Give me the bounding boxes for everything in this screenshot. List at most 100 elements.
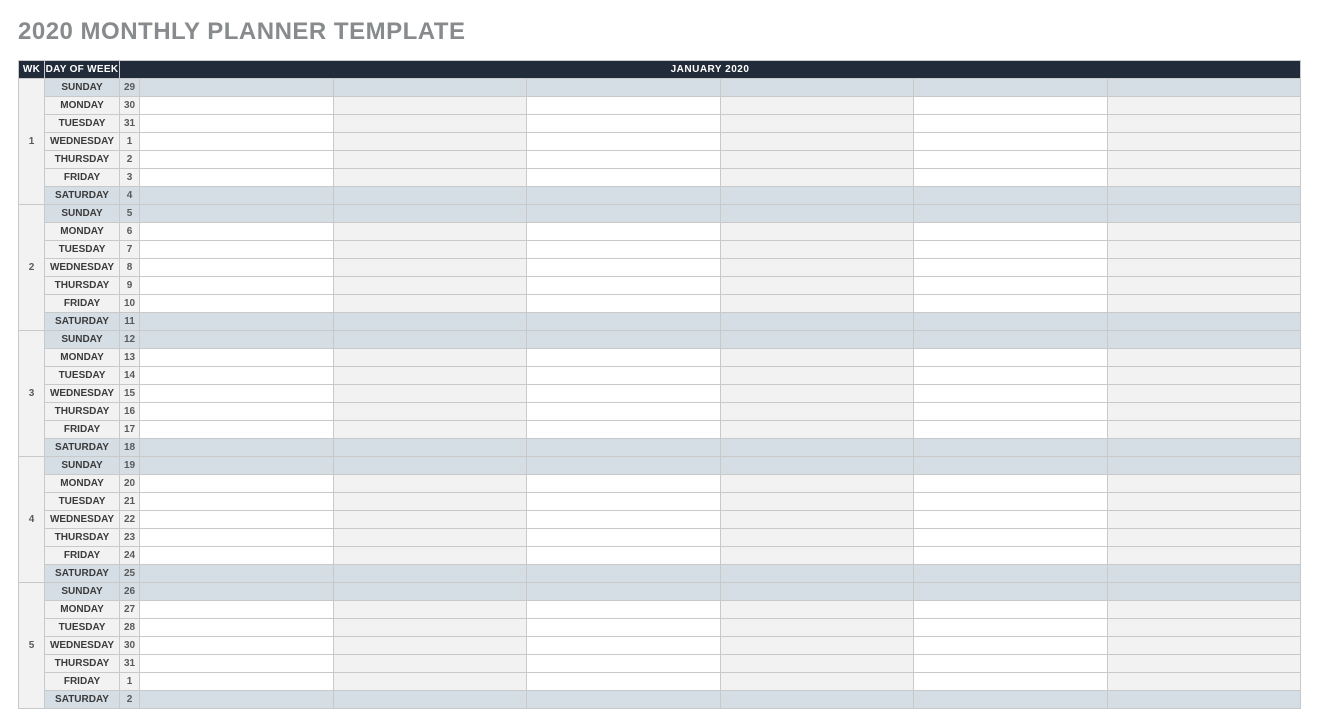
- event-cell[interactable]: [1107, 385, 1301, 403]
- event-cell[interactable]: [720, 277, 914, 295]
- event-cell[interactable]: [527, 403, 721, 421]
- event-cell[interactable]: [1107, 583, 1301, 601]
- event-cell[interactable]: [1107, 169, 1301, 187]
- event-cell[interactable]: [720, 169, 914, 187]
- event-cell[interactable]: [1107, 601, 1301, 619]
- event-cell[interactable]: [1107, 313, 1301, 331]
- event-cell[interactable]: [527, 169, 721, 187]
- event-cell[interactable]: [140, 673, 334, 691]
- event-cell[interactable]: [527, 115, 721, 133]
- event-cell[interactable]: [720, 97, 914, 115]
- event-cell[interactable]: [333, 403, 527, 421]
- event-cell[interactable]: [720, 403, 914, 421]
- event-cell[interactable]: [527, 619, 721, 637]
- event-cell[interactable]: [1107, 277, 1301, 295]
- event-cell[interactable]: [914, 403, 1108, 421]
- event-cell[interactable]: [914, 619, 1108, 637]
- event-cell[interactable]: [720, 241, 914, 259]
- event-cell[interactable]: [914, 673, 1108, 691]
- event-cell[interactable]: [914, 241, 1108, 259]
- event-cell[interactable]: [914, 97, 1108, 115]
- event-cell[interactable]: [720, 691, 914, 709]
- event-cell[interactable]: [527, 475, 721, 493]
- event-cell[interactable]: [140, 367, 334, 385]
- event-cell[interactable]: [527, 367, 721, 385]
- event-cell[interactable]: [720, 619, 914, 637]
- event-cell[interactable]: [914, 601, 1108, 619]
- event-cell[interactable]: [527, 187, 721, 205]
- event-cell[interactable]: [720, 367, 914, 385]
- event-cell[interactable]: [527, 79, 721, 97]
- event-cell[interactable]: [333, 133, 527, 151]
- event-cell[interactable]: [527, 421, 721, 439]
- event-cell[interactable]: [1107, 259, 1301, 277]
- event-cell[interactable]: [720, 529, 914, 547]
- event-cell[interactable]: [140, 655, 334, 673]
- event-cell[interactable]: [914, 223, 1108, 241]
- event-cell[interactable]: [333, 619, 527, 637]
- event-cell[interactable]: [1107, 655, 1301, 673]
- event-cell[interactable]: [1107, 619, 1301, 637]
- event-cell[interactable]: [527, 313, 721, 331]
- event-cell[interactable]: [140, 475, 334, 493]
- event-cell[interactable]: [140, 205, 334, 223]
- event-cell[interactable]: [914, 421, 1108, 439]
- event-cell[interactable]: [914, 277, 1108, 295]
- event-cell[interactable]: [333, 421, 527, 439]
- event-cell[interactable]: [140, 349, 334, 367]
- event-cell[interactable]: [720, 187, 914, 205]
- event-cell[interactable]: [914, 133, 1108, 151]
- event-cell[interactable]: [140, 223, 334, 241]
- event-cell[interactable]: [1107, 133, 1301, 151]
- event-cell[interactable]: [140, 133, 334, 151]
- event-cell[interactable]: [333, 601, 527, 619]
- event-cell[interactable]: [527, 133, 721, 151]
- event-cell[interactable]: [527, 295, 721, 313]
- event-cell[interactable]: [333, 385, 527, 403]
- event-cell[interactable]: [1107, 493, 1301, 511]
- event-cell[interactable]: [1107, 241, 1301, 259]
- event-cell[interactable]: [333, 331, 527, 349]
- event-cell[interactable]: [1107, 349, 1301, 367]
- event-cell[interactable]: [720, 331, 914, 349]
- event-cell[interactable]: [527, 277, 721, 295]
- event-cell[interactable]: [720, 79, 914, 97]
- event-cell[interactable]: [1107, 151, 1301, 169]
- event-cell[interactable]: [527, 205, 721, 223]
- event-cell[interactable]: [333, 673, 527, 691]
- event-cell[interactable]: [720, 583, 914, 601]
- event-cell[interactable]: [720, 133, 914, 151]
- event-cell[interactable]: [914, 79, 1108, 97]
- event-cell[interactable]: [720, 151, 914, 169]
- event-cell[interactable]: [140, 637, 334, 655]
- event-cell[interactable]: [914, 457, 1108, 475]
- event-cell[interactable]: [1107, 547, 1301, 565]
- event-cell[interactable]: [527, 583, 721, 601]
- event-cell[interactable]: [914, 385, 1108, 403]
- event-cell[interactable]: [333, 277, 527, 295]
- event-cell[interactable]: [140, 619, 334, 637]
- event-cell[interactable]: [1107, 457, 1301, 475]
- event-cell[interactable]: [140, 259, 334, 277]
- event-cell[interactable]: [333, 97, 527, 115]
- event-cell[interactable]: [914, 259, 1108, 277]
- event-cell[interactable]: [333, 367, 527, 385]
- event-cell[interactable]: [1107, 673, 1301, 691]
- event-cell[interactable]: [333, 583, 527, 601]
- event-cell[interactable]: [1107, 331, 1301, 349]
- event-cell[interactable]: [333, 169, 527, 187]
- event-cell[interactable]: [1107, 529, 1301, 547]
- event-cell[interactable]: [1107, 79, 1301, 97]
- event-cell[interactable]: [527, 223, 721, 241]
- event-cell[interactable]: [720, 565, 914, 583]
- event-cell[interactable]: [1107, 187, 1301, 205]
- event-cell[interactable]: [914, 547, 1108, 565]
- event-cell[interactable]: [527, 457, 721, 475]
- event-cell[interactable]: [333, 547, 527, 565]
- event-cell[interactable]: [333, 439, 527, 457]
- event-cell[interactable]: [140, 115, 334, 133]
- event-cell[interactable]: [720, 259, 914, 277]
- event-cell[interactable]: [914, 205, 1108, 223]
- event-cell[interactable]: [333, 565, 527, 583]
- event-cell[interactable]: [720, 421, 914, 439]
